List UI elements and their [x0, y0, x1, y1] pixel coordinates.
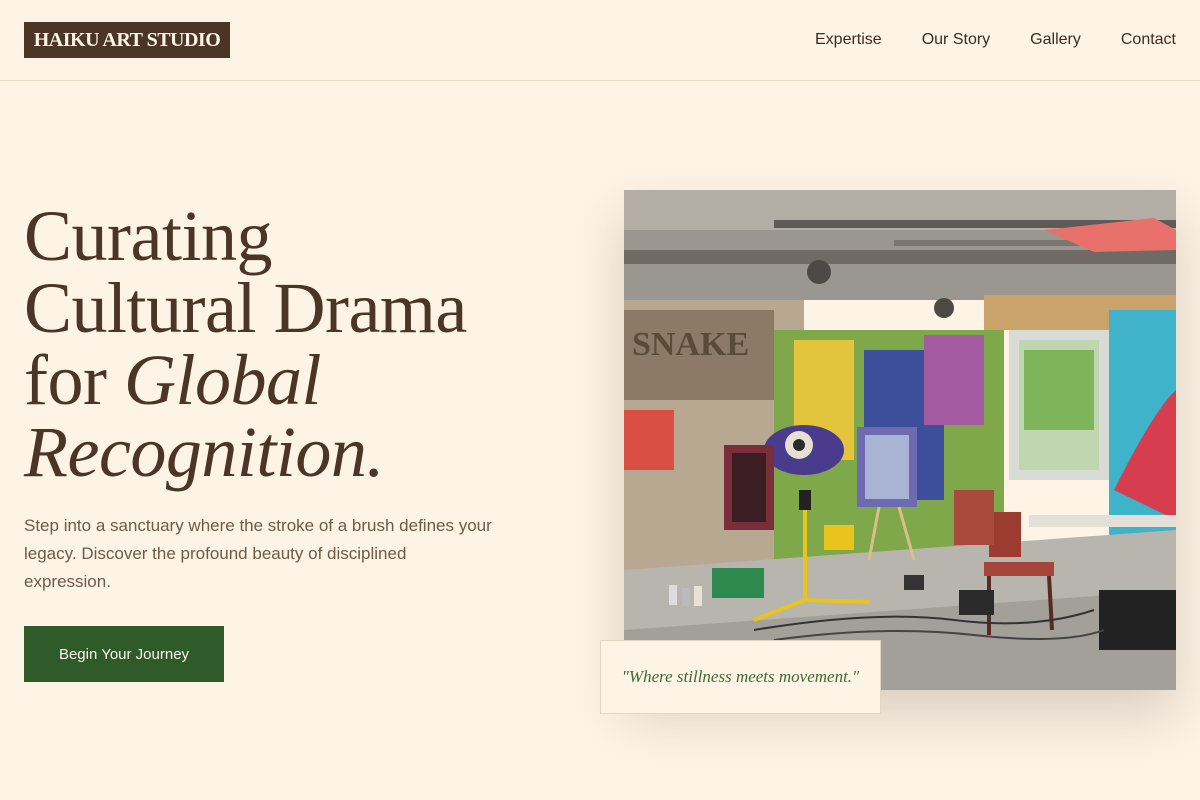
nav-link-contact[interactable]: Contact: [1121, 30, 1176, 50]
nav-link-gallery[interactable]: Gallery: [1030, 30, 1081, 50]
hero-title-line-1: Curating: [24, 196, 272, 276]
hero-title-line-3: for: [24, 340, 124, 420]
nav-link-expertise[interactable]: Expertise: [815, 30, 882, 50]
studio-photo-illustration: SNAKE: [624, 190, 1176, 690]
logo[interactable]: HAIKU ART STUDIO: [24, 22, 230, 58]
hero-title-line-2: Cultural Drama: [24, 268, 467, 348]
graffiti-text: SNAKE: [632, 326, 749, 363]
quote-card: "Where stillness meets movement.": [600, 640, 881, 714]
main-nav: Expertise Our Story Gallery Contact: [815, 30, 1176, 50]
studio-photo: SNAKE: [624, 190, 1176, 690]
begin-journey-button[interactable]: Begin Your Journey: [24, 626, 224, 682]
hero-title: Curating Cultural Drama for Global Recog…: [24, 200, 584, 488]
site-header: HAIKU ART STUDIO Expertise Our Story Gal…: [0, 0, 1200, 81]
hero-description: Step into a sanctuary where the stroke o…: [24, 516, 492, 591]
hero-title-italic-recognition: Recognition.: [24, 412, 384, 492]
nav-link-our-story[interactable]: Our Story: [922, 30, 990, 50]
hero-title-italic-global: Global: [123, 340, 322, 420]
